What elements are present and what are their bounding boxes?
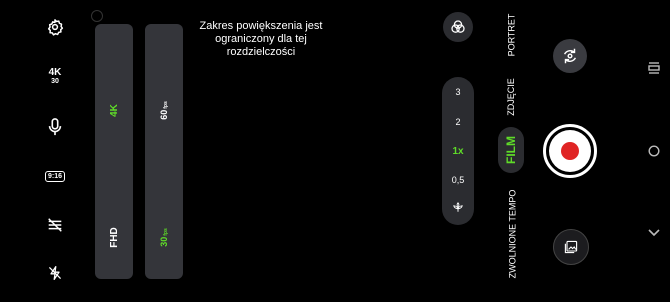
mode-film[interactable]: FILM: [498, 127, 524, 173]
nav-home-button[interactable]: [644, 141, 664, 161]
flash-off-icon: [48, 265, 62, 281]
macro-button[interactable]: [442, 201, 474, 215]
record-dot: [561, 142, 579, 160]
filters-button[interactable]: [443, 12, 473, 42]
chevron-down-icon: [648, 229, 660, 237]
fps-value: 30: [158, 236, 169, 247]
zoom-level-2[interactable]: 2: [442, 117, 474, 127]
flash-button[interactable]: [40, 258, 70, 288]
zoom-limit-message: Zakres powiększenia jest ograniczony dla…: [199, 20, 323, 58]
mode-zdjecie[interactable]: ZDJĘCIE: [496, 72, 526, 122]
mode-label: ZDJĘCIE: [506, 78, 517, 116]
fps-option-60[interactable]: 60fps: [145, 95, 183, 125]
nav-back-button[interactable]: [644, 223, 664, 243]
gallery-icon: [564, 240, 578, 254]
gallery-button[interactable]: [553, 229, 589, 265]
microphone-button[interactable]: [40, 112, 70, 142]
info-icon: [91, 10, 103, 22]
resolution-fps-button[interactable]: 4K 30: [40, 62, 70, 92]
fps-value: 60: [158, 109, 169, 120]
gear-icon: [47, 19, 64, 36]
nav-recents-button[interactable]: [644, 58, 664, 78]
resolution-option-label: 4K: [108, 103, 120, 117]
flower-icon: [453, 202, 463, 212]
fps-selector: 60fps 30fps: [145, 24, 183, 279]
resolution-selector: 4K FHD: [95, 24, 133, 279]
mode-label: PORTRET: [506, 13, 516, 57]
record-button[interactable]: [543, 124, 597, 178]
home-icon: [648, 145, 660, 157]
stabilization-button[interactable]: [40, 210, 70, 240]
fps-unit: fps: [162, 100, 169, 109]
zoom-level-3[interactable]: 3: [442, 87, 474, 97]
switch-camera-button[interactable]: [553, 39, 587, 73]
mode-portret[interactable]: PORTRET: [496, 8, 526, 62]
stabilization-off-icon: [48, 218, 62, 232]
switch-camera-icon: [563, 48, 577, 64]
aspect-ratio-badge: 9:16: [44, 170, 65, 182]
zoom-level-1x[interactable]: 1x: [442, 146, 474, 157]
resolution-badge: 4K 30: [49, 68, 62, 86]
resolution-option-4k[interactable]: 4K: [95, 95, 133, 125]
mode-zwolnione-tempo[interactable]: ZWOLNIONE TEMPO: [470, 190, 554, 279]
microphone-icon: [48, 118, 62, 136]
resolution-option-label: FHD: [108, 226, 120, 248]
mode-label: ZWOLNIONE TEMPO: [507, 189, 517, 279]
zoom-level-0-5[interactable]: 0,5: [442, 175, 474, 185]
settings-button[interactable]: [40, 12, 70, 42]
mode-label: FILM: [504, 136, 518, 164]
zoom-selector: 3 2 1x 0,5: [442, 77, 474, 225]
fps-unit: fps: [162, 227, 169, 236]
resolution-badge-sub: 30: [51, 78, 59, 85]
aspect-ratio-button[interactable]: 9:16: [40, 161, 70, 191]
fps-option-30[interactable]: 30fps: [145, 222, 183, 252]
filters-icon: [451, 20, 465, 33]
recents-icon: [648, 62, 660, 74]
resolution-option-fhd[interactable]: FHD: [95, 222, 133, 252]
record-button-inner: [549, 130, 591, 172]
